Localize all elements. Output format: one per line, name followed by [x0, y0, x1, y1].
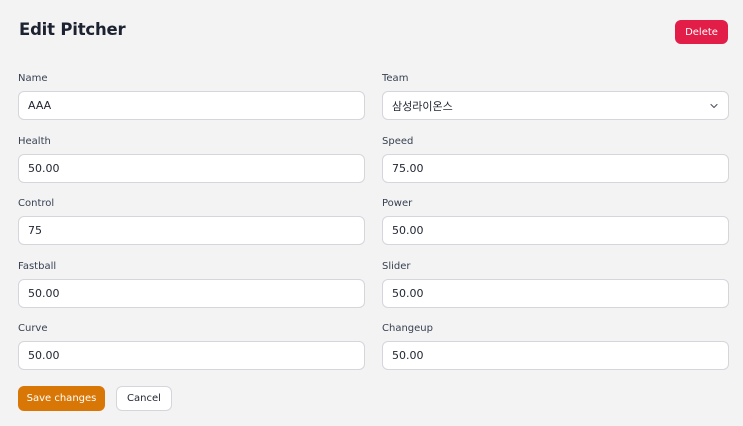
control-label: Control [18, 198, 55, 209]
health-input[interactable] [18, 154, 365, 183]
cancel-button[interactable]: Cancel [116, 386, 172, 411]
team-label: Team [382, 73, 409, 84]
curve-field-group: Curve [18, 322, 365, 370]
curve-input[interactable] [18, 341, 365, 370]
changeup-field-group: Changeup [382, 322, 729, 370]
fastball-label: Fastball [18, 261, 57, 272]
power-field-group: Power [382, 197, 729, 245]
fastball-input[interactable] [18, 279, 365, 308]
name-input[interactable] [18, 91, 365, 120]
team-select[interactable]: 삼성라이온스 [382, 91, 729, 120]
team-select-value: 삼성라이온스 [392, 99, 453, 113]
page-title: Edit Pitcher [19, 20, 126, 39]
power-label: Power [382, 198, 413, 209]
health-field-group: Health [18, 135, 365, 183]
curve-label: Curve [18, 323, 48, 334]
slider-field-group: Slider [382, 260, 729, 308]
chevron-down-icon [710, 103, 718, 108]
speed-field-group: Speed [382, 135, 729, 183]
name-label: Name [18, 73, 48, 84]
name-field-group: Name [18, 72, 365, 120]
team-field-group: Team 삼성라이온스 [382, 72, 729, 120]
speed-input[interactable] [382, 154, 729, 183]
power-input[interactable] [382, 216, 729, 245]
control-field-group: Control [18, 197, 365, 245]
changeup-label: Changeup [382, 323, 433, 334]
slider-label: Slider [382, 261, 411, 272]
health-label: Health [18, 136, 51, 147]
control-input[interactable] [18, 216, 365, 245]
changeup-input[interactable] [382, 341, 729, 370]
delete-button[interactable]: Delete [675, 20, 728, 44]
speed-label: Speed [382, 136, 414, 147]
save-changes-button[interactable]: Save changes [18, 386, 105, 411]
fastball-field-group: Fastball [18, 260, 365, 308]
slider-input[interactable] [382, 279, 729, 308]
